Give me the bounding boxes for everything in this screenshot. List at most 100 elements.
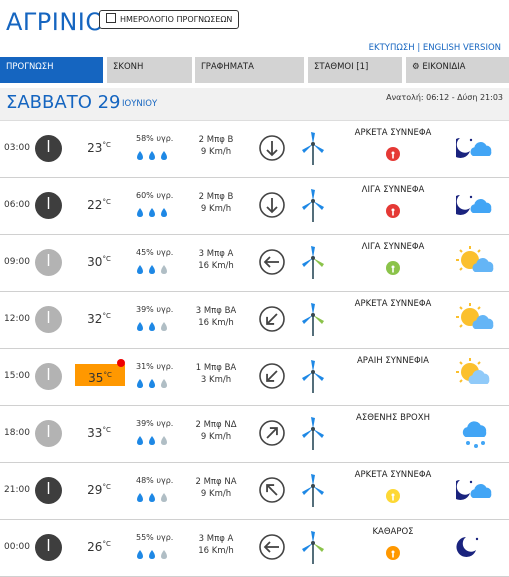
wind-arrow	[258, 305, 286, 337]
wind-turbine-icon	[302, 303, 324, 336]
temperature: 29°C	[74, 483, 124, 497]
wind-arrow	[258, 191, 286, 223]
wind-info: 2 Μπφ Β 9 Km/h	[190, 191, 242, 215]
weather-icon	[450, 187, 496, 227]
temperature: 33°C	[74, 426, 124, 440]
forecast-row: 12:00 32°C 39% υγρ. 3 Μπφ ΒΑ 16 Km/h ΑΡΚΕΤΑ…	[0, 291, 509, 349]
humidity-drops-icon	[137, 265, 167, 274]
row-time: 03:00	[4, 143, 30, 153]
clock-icon	[47, 197, 50, 209]
wind-info: 2 Μπφ ΝΔ 9 Km/h	[190, 419, 242, 443]
wind-speed: 16 Km/h	[198, 546, 234, 556]
print-link[interactable]: ΕΚΤΥΠΩΣΗ	[369, 43, 415, 53]
english-version-link[interactable]: ENGLISH VERSION	[423, 43, 501, 53]
sun-cloud-icon	[456, 303, 494, 329]
temperature-value: 35	[88, 371, 104, 385]
weather-icon	[456, 415, 496, 455]
tab-label: ΠΡΟΓΝΩΣΗ	[6, 62, 54, 72]
wind-turbine-icon	[302, 417, 324, 450]
wind-force: 1 Μπφ ΒΑ	[195, 363, 237, 373]
wind-info: 1 Μπφ ΒΑ 3 Km/h	[190, 362, 242, 386]
temperature: 22°C	[74, 198, 124, 212]
wind-speed: 9 Km/h	[200, 432, 232, 442]
sunrise-sunset: Ανατολή: 06:12 - Δύση 21:03	[386, 93, 503, 102]
wind-direction-arrow-icon	[259, 135, 285, 161]
humidity-drops	[136, 204, 172, 223]
wind-arrow	[258, 248, 286, 280]
wind-turbine-icon	[302, 189, 324, 222]
tab-dust[interactable]: ΣΚΟΝΗ	[107, 57, 192, 83]
temperature-value: 30	[87, 255, 103, 269]
humidity-drops	[136, 318, 172, 337]
temperature-unit: °C	[102, 255, 111, 263]
warning-badge-icon	[386, 147, 400, 161]
condition-text: ΛΙΓΑ ΣΥΝΝΕΦΑ	[361, 242, 425, 252]
forecast-row: 00:00 26°C 55% υγρ. 3 Μπφ Α 16 Km/h ΚΑΘΑΡΟΣ	[0, 519, 509, 577]
humidity-drops-icon	[137, 208, 167, 217]
tab-label: ΓΡΑΦΗΜΑΤΑ	[201, 62, 254, 72]
warning-figure-icon	[391, 265, 395, 273]
forecast-calendar-button[interactable]: ΗΜΕΡΟΛΟΓΙΟ ΠΡΟΓΝΩΣΕΩΝ	[99, 10, 240, 29]
clock-icon	[35, 534, 62, 561]
moon-cloud-icon	[450, 138, 492, 158]
gear-icon: ⚙	[412, 62, 423, 72]
condition-text: ΑΡΚΕΤΑ ΣΥΝΝΕΦΑ	[354, 470, 432, 480]
clock-icon	[47, 311, 50, 323]
humidity: 39% υγρ.	[136, 419, 174, 428]
clock-icon	[35, 477, 62, 504]
wind-info: 3 Μπφ Α 16 Km/h	[190, 248, 242, 272]
weather-icon	[450, 472, 496, 512]
forecast-row: 06:00 22°C 60% υγρ. 2 Μπφ Β 9 Km/h ΛΙΓΑ ΣΥΝ…	[0, 177, 509, 235]
wind-speed: 3 Km/h	[200, 375, 232, 385]
temperature-unit: °C	[102, 426, 111, 434]
wind-speed: 16 Km/h	[198, 318, 234, 328]
row-time: 00:00	[4, 542, 30, 552]
temperature-unit: °C	[102, 198, 111, 206]
wind-turbine	[300, 244, 326, 284]
wind-speed: 9 Km/h	[200, 204, 232, 214]
month-name: ΙΟΥΝΙΟΥ	[122, 99, 158, 109]
wind-direction-arrow-icon	[259, 477, 285, 503]
wind-turbine-icon	[302, 132, 324, 165]
wind-direction-arrow-icon	[259, 249, 285, 275]
humidity-drops-icon	[137, 436, 167, 445]
tab-icons[interactable]: ⚙ ΕΙΚΟΝΙΔΙΑ	[406, 57, 509, 83]
tab-stations[interactable]: ΣΤΑΘΜΟΙ [1]	[308, 57, 402, 83]
forecast-row: 09:00 30°C 45% υγρ. 3 Μπφ Α 16 Km/h ΛΙΓΑ ΣΥ…	[0, 234, 509, 292]
humidity-drops-icon	[137, 151, 167, 160]
wind-turbine	[300, 415, 326, 455]
temperature-value: 26	[87, 540, 103, 554]
temperature-unit: °C	[102, 312, 111, 320]
clock-icon	[35, 192, 62, 219]
wind-info: 3 Μπφ ΒΑ 16 Km/h	[190, 305, 242, 329]
humidity-drops-icon	[137, 550, 167, 559]
moon-cloud-icon	[450, 195, 492, 215]
day-name: ΣΑΒΒΑΤΟ 29	[6, 92, 121, 113]
tab-forecast[interactable]: ΠΡΟΓΝΩΣΗ	[0, 57, 103, 83]
temperature: 32°C	[74, 312, 124, 326]
wind-arrow	[258, 419, 286, 451]
temperature-value: 23	[87, 141, 103, 155]
forecast-row: 15:00 35°C 31% υγρ. 1 Μπφ ΒΑ 3 Km/h ΑΡΑΙΗ Σ…	[0, 348, 509, 406]
temperature-value: 22	[87, 198, 103, 212]
tab-charts[interactable]: ΓΡΑΦΗΜΑΤΑ	[195, 57, 304, 83]
humidity: 55% υγρ.	[136, 533, 174, 542]
wind-info: 2 Μπφ Β 9 Km/h	[190, 134, 242, 158]
humidity: 39% υγρ.	[136, 305, 174, 314]
condition-text: ΑΡΑΙΗ ΣΥΝΝΕΦΙΑ	[356, 356, 430, 366]
top-bar: ΑΓΡΙΝΙΟ ΗΜΕΡΟΛΟΓΙΟ ΠΡΟΓΝΩΣΕΩΝ ΕΚΤΥΠΩΣΗ |…	[0, 0, 509, 56]
wind-direction-arrow-icon	[259, 363, 285, 389]
humidity-drops	[136, 546, 172, 565]
temperature: 26°C	[74, 540, 124, 554]
forecast-row: 21:00 29°C 48% υγρ. 2 Μπφ ΝΑ 9 Km/h ΑΡΚΕΤΑ …	[0, 462, 509, 520]
wind-force: 3 Μπφ Α	[198, 249, 234, 259]
humidity-drops-icon	[137, 493, 167, 502]
humidity: 58% υγρ.	[136, 134, 174, 143]
warning-badge-icon	[386, 261, 400, 275]
link-separator: |	[417, 43, 421, 53]
wind-speed: 9 Km/h	[200, 489, 232, 499]
wind-direction-arrow-icon	[259, 192, 285, 218]
wind-turbine-icon	[302, 246, 324, 279]
wind-direction-arrow-icon	[259, 306, 285, 332]
humidity: 60% υγρ.	[136, 191, 174, 200]
